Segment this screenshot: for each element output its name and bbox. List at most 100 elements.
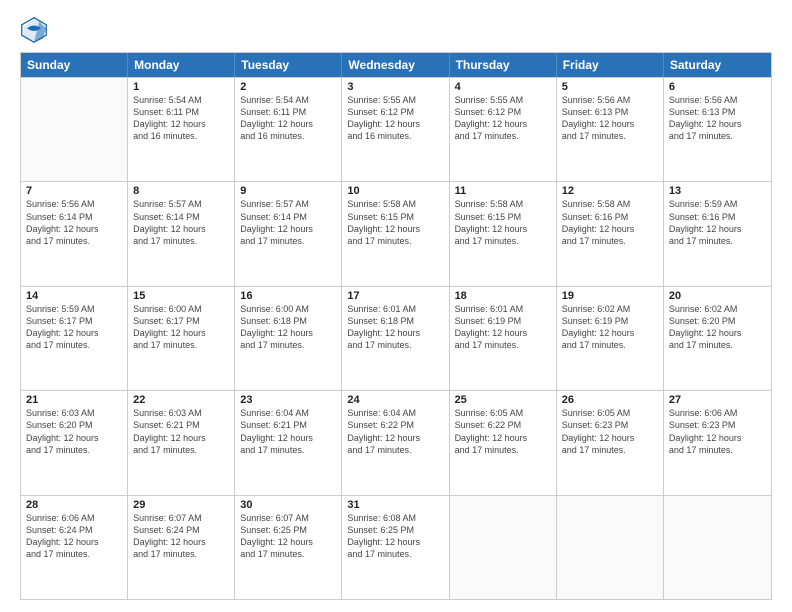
cell-info: Sunrise: 6:00 AM Sunset: 6:17 PM Dayligh… (133, 303, 229, 352)
logo (20, 16, 52, 44)
cal-cell-r2-c4: 18Sunrise: 6:01 AM Sunset: 6:19 PM Dayli… (450, 287, 557, 390)
cell-date: 30 (240, 499, 336, 511)
calendar: SundayMondayTuesdayWednesdayThursdayFrid… (20, 52, 772, 600)
cell-info: Sunrise: 6:07 AM Sunset: 6:24 PM Dayligh… (133, 512, 229, 561)
cell-info: Sunrise: 5:54 AM Sunset: 6:11 PM Dayligh… (240, 94, 336, 143)
cell-info: Sunrise: 6:02 AM Sunset: 6:20 PM Dayligh… (669, 303, 766, 352)
cell-date: 12 (562, 185, 658, 197)
header-day-thursday: Thursday (450, 53, 557, 77)
cal-cell-r2-c2: 16Sunrise: 6:00 AM Sunset: 6:18 PM Dayli… (235, 287, 342, 390)
cal-cell-r1-c6: 13Sunrise: 5:59 AM Sunset: 6:16 PM Dayli… (664, 182, 771, 285)
cal-cell-r1-c1: 8Sunrise: 5:57 AM Sunset: 6:14 PM Daylig… (128, 182, 235, 285)
cal-cell-r4-c2: 30Sunrise: 6:07 AM Sunset: 6:25 PM Dayli… (235, 496, 342, 599)
cell-info: Sunrise: 6:00 AM Sunset: 6:18 PM Dayligh… (240, 303, 336, 352)
cell-info: Sunrise: 6:07 AM Sunset: 6:25 PM Dayligh… (240, 512, 336, 561)
header (20, 16, 772, 44)
cal-cell-r2-c6: 20Sunrise: 6:02 AM Sunset: 6:20 PM Dayli… (664, 287, 771, 390)
cell-date: 22 (133, 394, 229, 406)
cal-cell-r4-c1: 29Sunrise: 6:07 AM Sunset: 6:24 PM Dayli… (128, 496, 235, 599)
cal-cell-r0-c4: 4Sunrise: 5:55 AM Sunset: 6:12 PM Daylig… (450, 78, 557, 181)
cell-date: 27 (669, 394, 766, 406)
cell-date: 7 (26, 185, 122, 197)
calendar-row-1: 7Sunrise: 5:56 AM Sunset: 6:14 PM Daylig… (21, 181, 771, 285)
cell-date: 5 (562, 81, 658, 93)
header-day-saturday: Saturday (664, 53, 771, 77)
cal-cell-r0-c0 (21, 78, 128, 181)
cal-cell-r4-c6 (664, 496, 771, 599)
cal-cell-r3-c6: 27Sunrise: 6:06 AM Sunset: 6:23 PM Dayli… (664, 391, 771, 494)
cal-cell-r4-c4 (450, 496, 557, 599)
cell-date: 16 (240, 290, 336, 302)
cal-cell-r0-c2: 2Sunrise: 5:54 AM Sunset: 6:11 PM Daylig… (235, 78, 342, 181)
cell-info: Sunrise: 5:56 AM Sunset: 6:14 PM Dayligh… (26, 198, 122, 247)
cal-cell-r0-c5: 5Sunrise: 5:56 AM Sunset: 6:13 PM Daylig… (557, 78, 664, 181)
cal-cell-r4-c5 (557, 496, 664, 599)
header-day-wednesday: Wednesday (342, 53, 449, 77)
cell-date: 21 (26, 394, 122, 406)
cell-info: Sunrise: 6:04 AM Sunset: 6:22 PM Dayligh… (347, 407, 443, 456)
cal-cell-r0-c6: 6Sunrise: 5:56 AM Sunset: 6:13 PM Daylig… (664, 78, 771, 181)
cell-info: Sunrise: 5:56 AM Sunset: 6:13 PM Dayligh… (669, 94, 766, 143)
calendar-body: 1 Sunrise: 5:54 AM Sunset: 6:11 PM Daylig… (21, 77, 771, 599)
cal-cell-r2-c3: 17Sunrise: 6:01 AM Sunset: 6:18 PM Dayli… (342, 287, 449, 390)
cell-date: 28 (26, 499, 122, 511)
cell-info: Sunrise: 6:05 AM Sunset: 6:22 PM Dayligh… (455, 407, 551, 456)
cal-cell-r3-c4: 25Sunrise: 6:05 AM Sunset: 6:22 PM Dayli… (450, 391, 557, 494)
cell-info: Sunrise: 6:03 AM Sunset: 6:21 PM Dayligh… (133, 407, 229, 456)
cell-date: 19 (562, 290, 658, 302)
cell-date: 26 (562, 394, 658, 406)
cell-info: Sunrise: 5:57 AM Sunset: 6:14 PM Dayligh… (133, 198, 229, 247)
cal-cell-r4-c0: 28Sunrise: 6:06 AM Sunset: 6:24 PM Dayli… (21, 496, 128, 599)
cell-info: Sunrise: 5:59 AM Sunset: 6:16 PM Dayligh… (669, 198, 766, 247)
header-day-sunday: Sunday (21, 53, 128, 77)
cell-date: 2 (240, 81, 336, 93)
cell-date: 23 (240, 394, 336, 406)
cell-date: 8 (133, 185, 229, 197)
cell-date: 11 (455, 185, 551, 197)
cell-date: 31 (347, 499, 443, 511)
cell-date: 18 (455, 290, 551, 302)
cal-cell-r1-c2: 9Sunrise: 5:57 AM Sunset: 6:14 PM Daylig… (235, 182, 342, 285)
header-day-friday: Friday (557, 53, 664, 77)
cell-info: Sunrise: 6:06 AM Sunset: 6:23 PM Dayligh… (669, 407, 766, 456)
cell-date: 20 (669, 290, 766, 302)
cell-date: 24 (347, 394, 443, 406)
cal-cell-r3-c0: 21Sunrise: 6:03 AM Sunset: 6:20 PM Dayli… (21, 391, 128, 494)
header-day-tuesday: Tuesday (235, 53, 342, 77)
cell-date: 13 (669, 185, 766, 197)
cell-date: 15 (133, 290, 229, 302)
cell-date: 25 (455, 394, 551, 406)
cell-info: Sunrise: 5:58 AM Sunset: 6:16 PM Dayligh… (562, 198, 658, 247)
calendar-row-4: 28Sunrise: 6:06 AM Sunset: 6:24 PM Dayli… (21, 495, 771, 599)
cal-cell-r1-c5: 12Sunrise: 5:58 AM Sunset: 6:16 PM Dayli… (557, 182, 664, 285)
cell-date: 9 (240, 185, 336, 197)
cell-date: 6 (669, 81, 766, 93)
cell-info: Sunrise: 6:06 AM Sunset: 6:24 PM Dayligh… (26, 512, 122, 561)
calendar-row-0: 1 Sunrise: 5:54 AM Sunset: 6:11 PM Daylig… (21, 77, 771, 181)
cell-info: Sunrise: 6:01 AM Sunset: 6:18 PM Dayligh… (347, 303, 443, 352)
cell-date: 4 (455, 81, 551, 93)
cell-date: 1 (133, 81, 229, 93)
cal-cell-r0-c3: 3Sunrise: 5:55 AM Sunset: 6:12 PM Daylig… (342, 78, 449, 181)
cell-info: Sunrise: 6:03 AM Sunset: 6:20 PM Dayligh… (26, 407, 122, 456)
cell-date: 29 (133, 499, 229, 511)
cal-cell-r2-c1: 15Sunrise: 6:00 AM Sunset: 6:17 PM Dayli… (128, 287, 235, 390)
cal-cell-r2-c5: 19Sunrise: 6:02 AM Sunset: 6:19 PM Dayli… (557, 287, 664, 390)
calendar-header: SundayMondayTuesdayWednesdayThursdayFrid… (21, 53, 771, 77)
cell-info: Sunrise: 5:55 AM Sunset: 6:12 PM Dayligh… (347, 94, 443, 143)
cal-cell-r3-c2: 23Sunrise: 6:04 AM Sunset: 6:21 PM Dayli… (235, 391, 342, 494)
cell-info: Sunrise: 5:58 AM Sunset: 6:15 PM Dayligh… (347, 198, 443, 247)
cell-info: Sunrise: 5:57 AM Sunset: 6:14 PM Dayligh… (240, 198, 336, 247)
cell-info: Sunrise: 6:05 AM Sunset: 6:23 PM Dayligh… (562, 407, 658, 456)
cal-cell-r1-c0: 7Sunrise: 5:56 AM Sunset: 6:14 PM Daylig… (21, 182, 128, 285)
logo-icon (20, 16, 48, 44)
cal-cell-r0-c1: 1Sunrise: 5:54 AM Sunset: 6:11 PM Daylig… (128, 78, 235, 181)
cell-info: Sunrise: 5:56 AM Sunset: 6:13 PM Dayligh… (562, 94, 658, 143)
cal-cell-r4-c3: 31Sunrise: 6:08 AM Sunset: 6:25 PM Dayli… (342, 496, 449, 599)
cell-date: 10 (347, 185, 443, 197)
cal-cell-r3-c5: 26Sunrise: 6:05 AM Sunset: 6:23 PM Dayli… (557, 391, 664, 494)
page: SundayMondayTuesdayWednesdayThursdayFrid… (0, 0, 792, 612)
cal-cell-r1-c4: 11Sunrise: 5:58 AM Sunset: 6:15 PM Dayli… (450, 182, 557, 285)
cal-cell-r2-c0: 14Sunrise: 5:59 AM Sunset: 6:17 PM Dayli… (21, 287, 128, 390)
cal-cell-r3-c1: 22Sunrise: 6:03 AM Sunset: 6:21 PM Dayli… (128, 391, 235, 494)
